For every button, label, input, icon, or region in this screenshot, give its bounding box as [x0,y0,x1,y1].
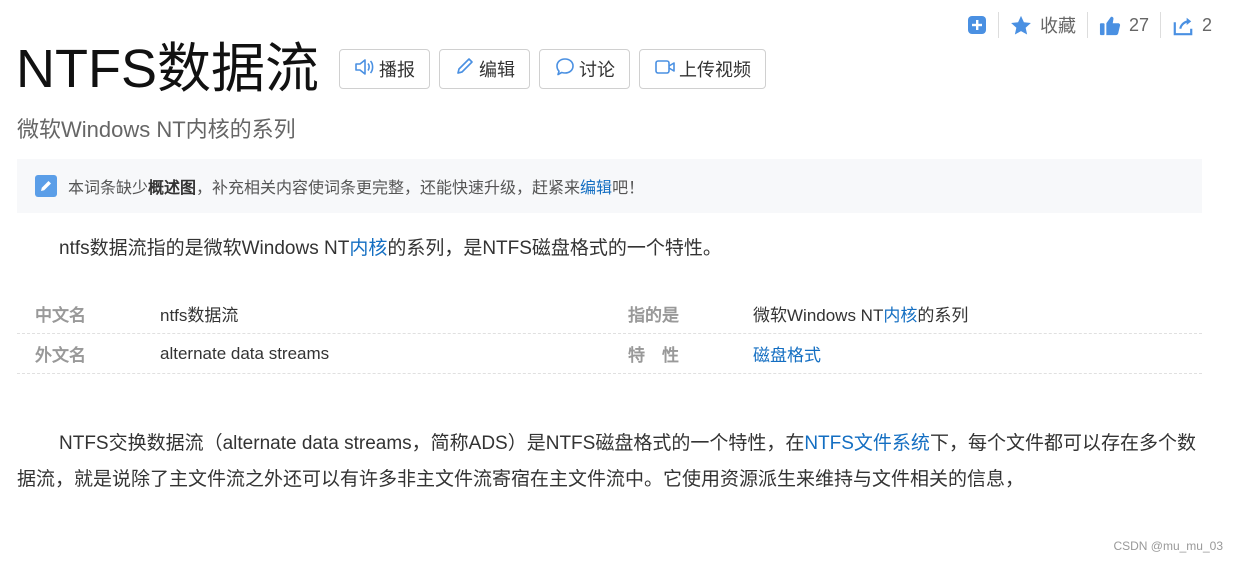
share-button[interactable]: 2 [1161,12,1223,38]
info-value-feature: 磁盘格式 [753,341,1202,366]
notice-text-middle: ，补充相关内容使词条更完整，还能快速升级，赶紧来 [196,180,581,197]
action-buttons: 播报 编辑 讨论 上传视频 [339,49,766,89]
share-count: 2 [1201,14,1212,35]
page-title: NTFS数据流 [16,39,319,99]
pencil-icon [454,57,479,82]
info-key-chinese-name: 中文名 [35,306,86,325]
broadcast-button[interactable]: 播报 [339,49,430,89]
chat-bubble-icon [554,57,579,82]
plus-square-icon [967,15,987,35]
info-key-feature: 特 性 [628,346,679,365]
info-kernel-link[interactable]: 内核 [883,306,917,325]
edit-label: 编辑 [479,60,515,80]
info-value-prefix: 微软Windows NT [753,306,884,325]
title-row: NTFS数据流 播报 编辑 讨论 上传视频 [16,38,766,100]
body-text-prefix: NTFS交换数据流（alternate data streams，简称ADS）是… [59,433,805,454]
favorite-label: 收藏 [1039,16,1076,36]
missing-image-notice: 本词条缺少 概述图 ，补充相关内容使词条更完整，还能快速升级，赶紧来 编辑 吧！ [17,159,1202,213]
like-count: 27 [1128,14,1149,35]
body-paragraph: NTFS交换数据流（alternate data streams，简称ADS）是… [17,426,1202,498]
upload-video-label: 上传视频 [679,60,751,80]
discuss-label: 讨论 [579,60,615,80]
info-disk-format-link[interactable]: 磁盘格式 [753,346,821,365]
intro-summary: ntfs数据流指的是微软Windows NT内核的系列，是NTFS磁盘格式的一个… [59,233,722,260]
ntfs-filesystem-link[interactable]: NTFS文件系统 [804,433,930,454]
info-value-refers-to: 微软Windows NT内核的系列 [753,301,1202,326]
csdn-watermark: CSDN @mu_mu_03 [1113,539,1223,553]
top-toolbar: 收藏 27 2 [956,8,1223,42]
add-button[interactable] [956,12,998,38]
info-key-refers-to: 指的是 [628,306,679,325]
info-row: 中文名 ntfs数据流 指的是 微软Windows NT内核的系列 [17,294,1202,334]
info-key-foreign-name: 外文名 [35,346,86,365]
discuss-button[interactable]: 讨论 [539,49,630,89]
speaker-icon [354,57,379,82]
basic-info-table: 中文名 ntfs数据流 指的是 微软Windows NT内核的系列 外文名 al… [17,294,1202,374]
star-icon [1010,15,1032,36]
notice-bold-text: 概述图 [148,180,197,197]
thumbs-up-icon [1099,15,1121,36]
page-subtitle: 微软Windows NT内核的系列 [17,117,296,142]
edit-button[interactable]: 编辑 [439,49,530,89]
info-row: 外文名 alternate data streams 特 性 磁盘格式 [17,334,1202,374]
like-button[interactable]: 27 [1088,12,1160,38]
intro-kernel-link[interactable]: 内核 [349,238,387,259]
edit-pencil-icon [35,175,57,197]
info-value-suffix: 的系列 [917,306,969,325]
info-value-foreign-name: alternate data streams [160,343,330,363]
upload-video-button[interactable]: 上传视频 [639,49,766,89]
intro-text-prefix: ntfs数据流指的是微软Windows NT [59,238,350,259]
info-value-chinese-name: ntfs数据流 [160,306,239,325]
favorite-button[interactable]: 收藏 [999,12,1087,38]
notice-text-prefix: 本词条缺少 [68,180,149,197]
notice-text-suffix: 吧！ [612,180,645,197]
video-camera-icon [654,57,679,82]
broadcast-label: 播报 [379,60,415,80]
share-icon [1172,15,1194,36]
notice-edit-link[interactable]: 编辑 [580,174,612,198]
intro-text-suffix: 的系列，是NTFS磁盘格式的一个特性。 [387,238,722,259]
